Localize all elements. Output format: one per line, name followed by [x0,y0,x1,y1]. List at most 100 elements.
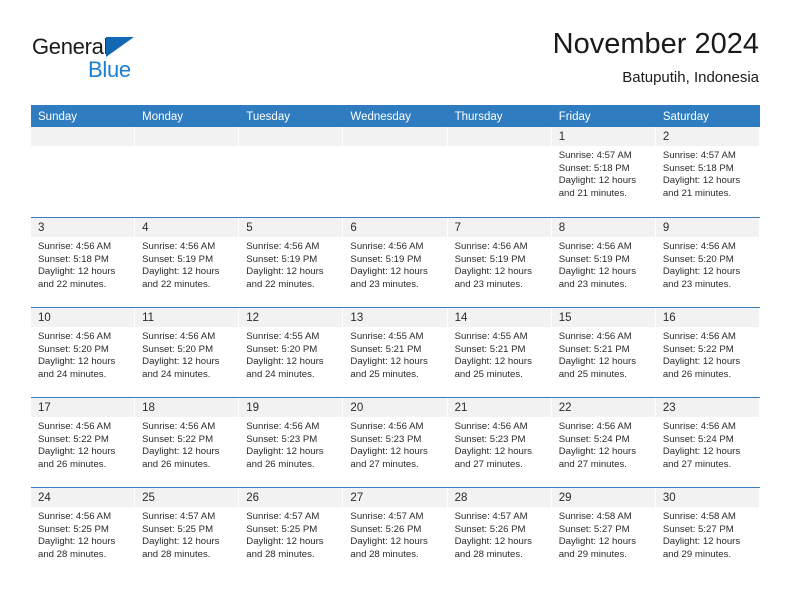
calendar-day-cell[interactable]: 21 Sunrise: 4:56 AM Sunset: 5:23 PM Dayligh… [447,398,552,487]
day-detail-line: Sunset: 5:22 PM [142,433,214,445]
day-number: 1 [551,127,655,146]
calendar-day-cell[interactable]: 4 Sunrise: 4:56 AM Sunset: 5:19 PM Daylight… [135,218,240,307]
calendar-day-cell[interactable]: 8 Sunrise: 4:56 AM Sunset: 5:19 PM Daylight… [551,218,656,307]
day-detail-line: and 26 minutes. [142,458,211,470]
day-detail-line: Daylight: 12 hours [142,536,220,548]
calendar-day-cell[interactable]: 11 Sunrise: 4:56 AM Sunset: 5:20 PM Dayligh… [135,308,240,397]
calendar-day-cell[interactable]: 27 Sunrise: 4:57 AM Sunset: 5:26 PM Dayligh… [343,488,448,577]
day-details: Sunrise: 4:56 AM Sunset: 5:18 PM Daylight:… [31,237,134,291]
calendar-day-cell[interactable]: 7 Sunrise: 4:56 AM Sunset: 5:19 PM Daylight… [447,218,552,307]
day-detail-line: Sunrise: 4:56 AM [662,241,736,252]
day-number: 11 [135,308,239,327]
day-details: Sunrise: 4:57 AM Sunset: 5:18 PM Daylight:… [552,146,655,200]
day-details: Sunrise: 4:58 AM Sunset: 5:27 PM Daylight:… [552,507,655,561]
calendar-day-cell[interactable]: 3 Sunrise: 4:56 AM Sunset: 5:18 PM Daylight… [31,218,136,307]
calendar-day-cell[interactable]: 15 Sunrise: 4:56 AM Sunset: 5:21 PM Dayligh… [551,308,656,397]
day-detail-line: Daylight: 12 hours [38,446,116,458]
calendar-day-cell[interactable]: 18 Sunrise: 4:56 AM Sunset: 5:22 PM Dayligh… [135,398,240,487]
day-detail-line: and 27 minutes. [454,458,523,470]
calendar-day-cell[interactable]: 6 Sunrise: 4:56 AM Sunset: 5:19 PM Daylight… [343,218,448,307]
day-number: 20 [343,398,447,417]
day-detail-line: Daylight: 12 hours [142,446,220,458]
day-details: Sunrise: 4:56 AM Sunset: 5:23 PM Daylight:… [239,417,342,471]
day-details: Sunrise: 4:56 AM Sunset: 5:19 PM Daylight:… [239,237,342,291]
day-detail-line: and 23 minutes. [454,278,523,290]
day-number: 10 [31,308,135,327]
day-detail-line: Sunrise: 4:56 AM [350,421,424,432]
day-details: Sunrise: 4:57 AM Sunset: 5:25 PM Daylight:… [239,507,342,561]
day-detail-line: and 24 minutes. [246,368,315,380]
calendar-day-cell[interactable]: 28 Sunrise: 4:57 AM Sunset: 5:26 PM Dayligh… [447,488,552,577]
calendar-page: General Blue November 2024 Batuputih, In… [0,0,792,612]
day-detail-line: Daylight: 12 hours [246,446,324,458]
calendar-day-cell-empty [31,127,136,217]
weekday-header-saturday: Saturday [662,111,709,123]
calendar-day-cell[interactable]: 16 Sunrise: 4:56 AM Sunset: 5:22 PM Dayligh… [655,308,760,397]
day-detail-line: and 28 minutes. [350,548,419,560]
calendar-day-cell[interactable]: 5 Sunrise: 4:56 AM Sunset: 5:19 PM Daylight… [239,218,344,307]
day-number: 25 [135,488,239,507]
day-detail-line: Daylight: 12 hours [558,175,637,187]
calendar-day-cell[interactable]: 1 Sunrise: 4:57 AM Sunset: 5:18 PM Daylight… [551,127,656,217]
day-detail-line: and 22 minutes. [246,278,315,290]
day-number: 23 [655,398,759,417]
calendar-day-cell[interactable]: 19 Sunrise: 4:56 AM Sunset: 5:23 PM Dayligh… [239,398,344,487]
day-detail-line: Sunrise: 4:56 AM [142,241,216,252]
day-detail-line: Daylight: 12 hours [38,536,116,548]
day-number [31,127,135,146]
calendar-week-row: 3 Sunrise: 4:56 AM Sunset: 5:18 PM Daylight… [31,217,760,307]
day-details: Sunrise: 4:55 AM Sunset: 5:21 PM Daylight:… [448,327,551,381]
calendar-day-cell[interactable]: 24 Sunrise: 4:56 AM Sunset: 5:25 PM Dayligh… [31,488,136,577]
calendar-day-cell[interactable]: 20 Sunrise: 4:56 AM Sunset: 5:23 PM Dayligh… [343,398,448,487]
day-details [31,146,134,150]
calendar-day-cell-empty [343,127,448,217]
day-number: 24 [31,488,135,507]
day-details: Sunrise: 4:56 AM Sunset: 5:19 PM Daylight:… [552,237,655,291]
day-detail-line: Sunrise: 4:56 AM [38,331,112,342]
day-details: Sunrise: 4:56 AM Sunset: 5:21 PM Daylight:… [552,327,655,381]
calendar-day-cell[interactable]: 29 Sunrise: 4:58 AM Sunset: 5:27 PM Dayligh… [551,488,656,577]
day-detail-line: Sunrise: 4:55 AM [454,331,528,342]
day-detail-line: Sunrise: 4:56 AM [662,421,736,432]
day-details: Sunrise: 4:55 AM Sunset: 5:20 PM Daylight:… [239,327,342,381]
calendar-day-cell[interactable]: 14 Sunrise: 4:55 AM Sunset: 5:21 PM Dayligh… [447,308,552,397]
day-detail-line: Sunset: 5:20 PM [662,253,734,265]
day-detail-line: and 28 minutes. [142,548,211,560]
day-number: 17 [31,398,135,417]
calendar-day-cell[interactable]: 25 Sunrise: 4:57 AM Sunset: 5:25 PM Dayligh… [135,488,240,577]
calendar-day-cell[interactable]: 13 Sunrise: 4:55 AM Sunset: 5:21 PM Dayligh… [343,308,448,397]
logo-triangle-icon [106,37,134,57]
day-detail-line: Sunset: 5:19 PM [246,253,318,265]
day-detail-line: Sunset: 5:20 PM [142,343,214,355]
day-details [448,146,551,150]
day-detail-line: Sunset: 5:18 PM [38,253,109,265]
day-detail-line: Daylight: 12 hours [558,356,637,368]
day-detail-line: Daylight: 12 hours [246,266,324,278]
day-details: Sunrise: 4:58 AM Sunset: 5:27 PM Daylight:… [656,507,759,561]
day-detail-line: Sunset: 5:25 PM [142,523,214,535]
calendar-day-cell[interactable]: 17 Sunrise: 4:56 AM Sunset: 5:22 PM Dayligh… [31,398,136,487]
weekday-header-tuesday: Tuesday [246,111,290,123]
calendar-day-cell[interactable]: 9 Sunrise: 4:56 AM Sunset: 5:20 PM Daylight… [655,218,760,307]
day-detail-line: Sunset: 5:24 PM [662,433,734,445]
day-details: Sunrise: 4:55 AM Sunset: 5:21 PM Daylight:… [343,327,446,381]
generalblue-logo[interactable]: General Blue [32,34,232,90]
day-number: 15 [551,308,655,327]
day-number: 3 [31,218,135,237]
calendar-day-cell[interactable]: 26 Sunrise: 4:57 AM Sunset: 5:25 PM Dayligh… [239,488,344,577]
weekday-header-monday: Monday [142,111,184,123]
calendar-day-cell[interactable]: 30 Sunrise: 4:58 AM Sunset: 5:27 PM Dayligh… [655,488,760,577]
calendar-day-cell[interactable]: 23 Sunrise: 4:56 AM Sunset: 5:24 PM Dayligh… [655,398,760,487]
calendar-day-cell[interactable]: 10 Sunrise: 4:56 AM Sunset: 5:20 PM Dayligh… [31,308,136,397]
day-number [135,127,239,146]
day-detail-line: and 26 minutes. [38,458,107,470]
calendar-day-cell[interactable]: 22 Sunrise: 4:56 AM Sunset: 5:24 PM Dayligh… [551,398,656,487]
calendar-day-cell[interactable]: 2 Sunrise: 4:57 AM Sunset: 5:18 PM Daylight… [655,127,760,217]
day-detail-line: Sunrise: 4:57 AM [454,511,528,522]
calendar-day-cell[interactable]: 12 Sunrise: 4:55 AM Sunset: 5:20 PM Dayligh… [239,308,344,397]
day-detail-line: Sunrise: 4:56 AM [142,421,216,432]
day-number: 30 [655,488,759,507]
day-number: 14 [447,308,551,327]
day-detail-line: Daylight: 12 hours [350,356,428,368]
day-number [447,127,551,146]
